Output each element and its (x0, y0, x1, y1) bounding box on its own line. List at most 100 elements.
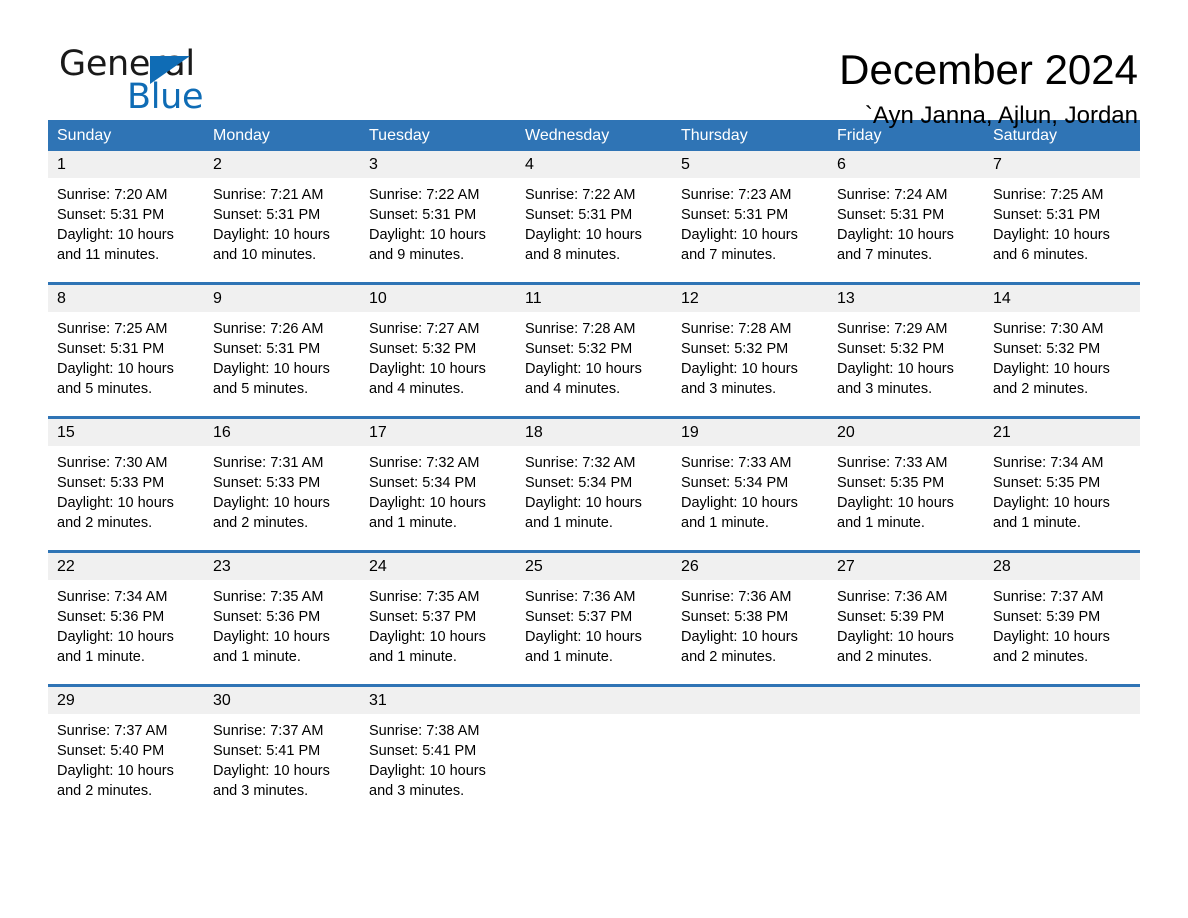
day-cell[interactable]: 12 Sunrise: 7:28 AM Sunset: 5:32 PM Dayl… (672, 285, 828, 416)
daylight-text-line2: and 2 minutes. (213, 515, 309, 531)
day-number: 30 (204, 687, 360, 714)
day-details: Sunrise: 7:20 AM Sunset: 5:31 PM Dayligh… (48, 178, 204, 265)
day-number: 21 (984, 419, 1140, 446)
day-cell[interactable]: 21 Sunrise: 7:34 AM Sunset: 5:35 PM Dayl… (984, 419, 1140, 550)
day-cell[interactable]: 4 Sunrise: 7:22 AM Sunset: 5:31 PM Dayli… (516, 151, 672, 282)
calendar-grid: Sunday Monday Tuesday Wednesday Thursday… (48, 120, 1140, 818)
day-cell[interactable]: 14 Sunrise: 7:30 AM Sunset: 5:32 PM Dayl… (984, 285, 1140, 416)
daylight-text-line2: and 2 minutes. (57, 515, 153, 531)
day-cell[interactable]: 11 Sunrise: 7:28 AM Sunset: 5:32 PM Dayl… (516, 285, 672, 416)
day-details: Sunrise: 7:30 AM Sunset: 5:32 PM Dayligh… (984, 312, 1140, 399)
day-cell[interactable]: 10 Sunrise: 7:27 AM Sunset: 5:32 PM Dayl… (360, 285, 516, 416)
weekday-header-saturday: Saturday (993, 127, 1058, 144)
day-cell[interactable]: 15 Sunrise: 7:30 AM Sunset: 5:33 PM Dayl… (48, 419, 204, 550)
day-cell-empty (984, 687, 1140, 818)
day-details: Sunrise: 7:32 AM Sunset: 5:34 PM Dayligh… (360, 446, 516, 533)
day-number: 19 (672, 419, 828, 446)
daylight-text-line2: and 2 minutes. (993, 381, 1089, 397)
day-cell[interactable]: 13 Sunrise: 7:29 AM Sunset: 5:32 PM Dayl… (828, 285, 984, 416)
day-number: 14 (984, 285, 1140, 312)
daylight-text-line2: and 1 minute. (525, 649, 613, 665)
sunrise-text: Sunrise: 7:34 AM (57, 589, 168, 605)
sunset-text: Sunset: 5:31 PM (681, 207, 789, 223)
calendar-week-row: 8 Sunrise: 7:25 AM Sunset: 5:31 PM Dayli… (48, 282, 1140, 416)
daylight-text-line2: and 5 minutes. (57, 381, 153, 397)
calendar-week-row: 29 Sunrise: 7:37 AM Sunset: 5:40 PM Dayl… (48, 684, 1140, 818)
day-number: 3 (360, 151, 516, 178)
daylight-text-line2: and 9 minutes. (369, 247, 465, 263)
weekday-header-wednesday: Wednesday (525, 127, 610, 144)
day-cell[interactable]: 3 Sunrise: 7:22 AM Sunset: 5:31 PM Dayli… (360, 151, 516, 282)
day-cell[interactable]: 27 Sunrise: 7:36 AM Sunset: 5:39 PM Dayl… (828, 553, 984, 684)
day-cell[interactable]: 25 Sunrise: 7:36 AM Sunset: 5:37 PM Dayl… (516, 553, 672, 684)
day-details: Sunrise: 7:37 AM Sunset: 5:41 PM Dayligh… (204, 714, 360, 801)
day-details: Sunrise: 7:22 AM Sunset: 5:31 PM Dayligh… (360, 178, 516, 265)
day-cell[interactable]: 19 Sunrise: 7:33 AM Sunset: 5:34 PM Dayl… (672, 419, 828, 550)
day-cell[interactable]: 9 Sunrise: 7:26 AM Sunset: 5:31 PM Dayli… (204, 285, 360, 416)
daylight-text-line1: Daylight: 10 hours (213, 227, 330, 243)
daylight-text-line1: Daylight: 10 hours (369, 361, 486, 377)
sunset-text: Sunset: 5:32 PM (369, 341, 477, 357)
daylight-text-line2: and 1 minute. (57, 649, 145, 665)
day-cell[interactable]: 2 Sunrise: 7:21 AM Sunset: 5:31 PM Dayli… (204, 151, 360, 282)
day-cell[interactable]: 22 Sunrise: 7:34 AM Sunset: 5:36 PM Dayl… (48, 553, 204, 684)
sunrise-text: Sunrise: 7:32 AM (369, 455, 480, 471)
daylight-text-line1: Daylight: 10 hours (369, 763, 486, 779)
sunrise-text: Sunrise: 7:38 AM (369, 723, 480, 739)
daylight-text-line2: and 1 minute. (369, 649, 457, 665)
day-number: 1 (48, 151, 204, 178)
day-details: Sunrise: 7:30 AM Sunset: 5:33 PM Dayligh… (48, 446, 204, 533)
day-details: Sunrise: 7:25 AM Sunset: 5:31 PM Dayligh… (48, 312, 204, 399)
sunset-text: Sunset: 5:35 PM (837, 475, 945, 491)
daylight-text-line1: Daylight: 10 hours (837, 495, 954, 511)
sunset-text: Sunset: 5:33 PM (213, 475, 321, 491)
day-cell[interactable]: 1 Sunrise: 7:20 AM Sunset: 5:31 PM Dayli… (48, 151, 204, 282)
day-cell[interactable]: 28 Sunrise: 7:37 AM Sunset: 5:39 PM Dayl… (984, 553, 1140, 684)
day-cell[interactable]: 16 Sunrise: 7:31 AM Sunset: 5:33 PM Dayl… (204, 419, 360, 550)
day-cell[interactable]: 7 Sunrise: 7:25 AM Sunset: 5:31 PM Dayli… (984, 151, 1140, 282)
daylight-text-line2: and 5 minutes. (213, 381, 309, 397)
day-cell[interactable]: 18 Sunrise: 7:32 AM Sunset: 5:34 PM Dayl… (516, 419, 672, 550)
daylight-text-line2: and 1 minute. (525, 515, 613, 531)
day-number: 17 (360, 419, 516, 446)
day-number: 10 (360, 285, 516, 312)
weekday-header-sunday: Sunday (57, 127, 112, 144)
day-details: Sunrise: 7:31 AM Sunset: 5:33 PM Dayligh… (204, 446, 360, 533)
calendar-week-row: 1 Sunrise: 7:20 AM Sunset: 5:31 PM Dayli… (48, 151, 1140, 282)
daylight-text-line2: and 1 minute. (681, 515, 769, 531)
day-cell[interactable]: 24 Sunrise: 7:35 AM Sunset: 5:37 PM Dayl… (360, 553, 516, 684)
day-details: Sunrise: 7:25 AM Sunset: 5:31 PM Dayligh… (984, 178, 1140, 265)
day-cell[interactable]: 20 Sunrise: 7:33 AM Sunset: 5:35 PM Dayl… (828, 419, 984, 550)
day-number: 4 (516, 151, 672, 178)
daylight-text-line2: and 1 minute. (837, 515, 925, 531)
daylight-text-line1: Daylight: 10 hours (681, 227, 798, 243)
day-cell[interactable]: 6 Sunrise: 7:24 AM Sunset: 5:31 PM Dayli… (828, 151, 984, 282)
page-header: General Blue December 2024 `Ayn Janna, A… (48, 0, 1140, 129)
daylight-text-line2: and 3 minutes. (681, 381, 777, 397)
sunrise-text: Sunrise: 7:37 AM (57, 723, 168, 739)
sunrise-text: Sunrise: 7:20 AM (57, 187, 168, 203)
day-cell[interactable]: 31 Sunrise: 7:38 AM Sunset: 5:41 PM Dayl… (360, 687, 516, 818)
sunrise-text: Sunrise: 7:35 AM (369, 589, 480, 605)
sunrise-text: Sunrise: 7:35 AM (213, 589, 324, 605)
day-details: Sunrise: 7:38 AM Sunset: 5:41 PM Dayligh… (360, 714, 516, 801)
day-cell[interactable]: 30 Sunrise: 7:37 AM Sunset: 5:41 PM Dayl… (204, 687, 360, 818)
sunrise-text: Sunrise: 7:37 AM (213, 723, 324, 739)
daylight-text-line2: and 6 minutes. (993, 247, 1089, 263)
day-cell[interactable]: 23 Sunrise: 7:35 AM Sunset: 5:36 PM Dayl… (204, 553, 360, 684)
day-cell[interactable]: 17 Sunrise: 7:32 AM Sunset: 5:34 PM Dayl… (360, 419, 516, 550)
day-cell-empty (828, 687, 984, 818)
day-cell[interactable]: 26 Sunrise: 7:36 AM Sunset: 5:38 PM Dayl… (672, 553, 828, 684)
daylight-text-line2: and 4 minutes. (369, 381, 465, 397)
day-cell[interactable]: 8 Sunrise: 7:25 AM Sunset: 5:31 PM Dayli… (48, 285, 204, 416)
daylight-text-line2: and 11 minutes. (57, 247, 160, 263)
day-cell[interactable]: 5 Sunrise: 7:23 AM Sunset: 5:31 PM Dayli… (672, 151, 828, 282)
daylight-text-line1: Daylight: 10 hours (57, 763, 174, 779)
day-details: Sunrise: 7:22 AM Sunset: 5:31 PM Dayligh… (516, 178, 672, 265)
sunset-text: Sunset: 5:34 PM (369, 475, 477, 491)
daylight-text-line2: and 1 minute. (369, 515, 457, 531)
sunrise-text: Sunrise: 7:22 AM (369, 187, 480, 203)
generalblue-logo[interactable]: General Blue (48, 44, 248, 118)
day-number: 13 (828, 285, 984, 312)
day-cell[interactable]: 29 Sunrise: 7:37 AM Sunset: 5:40 PM Dayl… (48, 687, 204, 818)
